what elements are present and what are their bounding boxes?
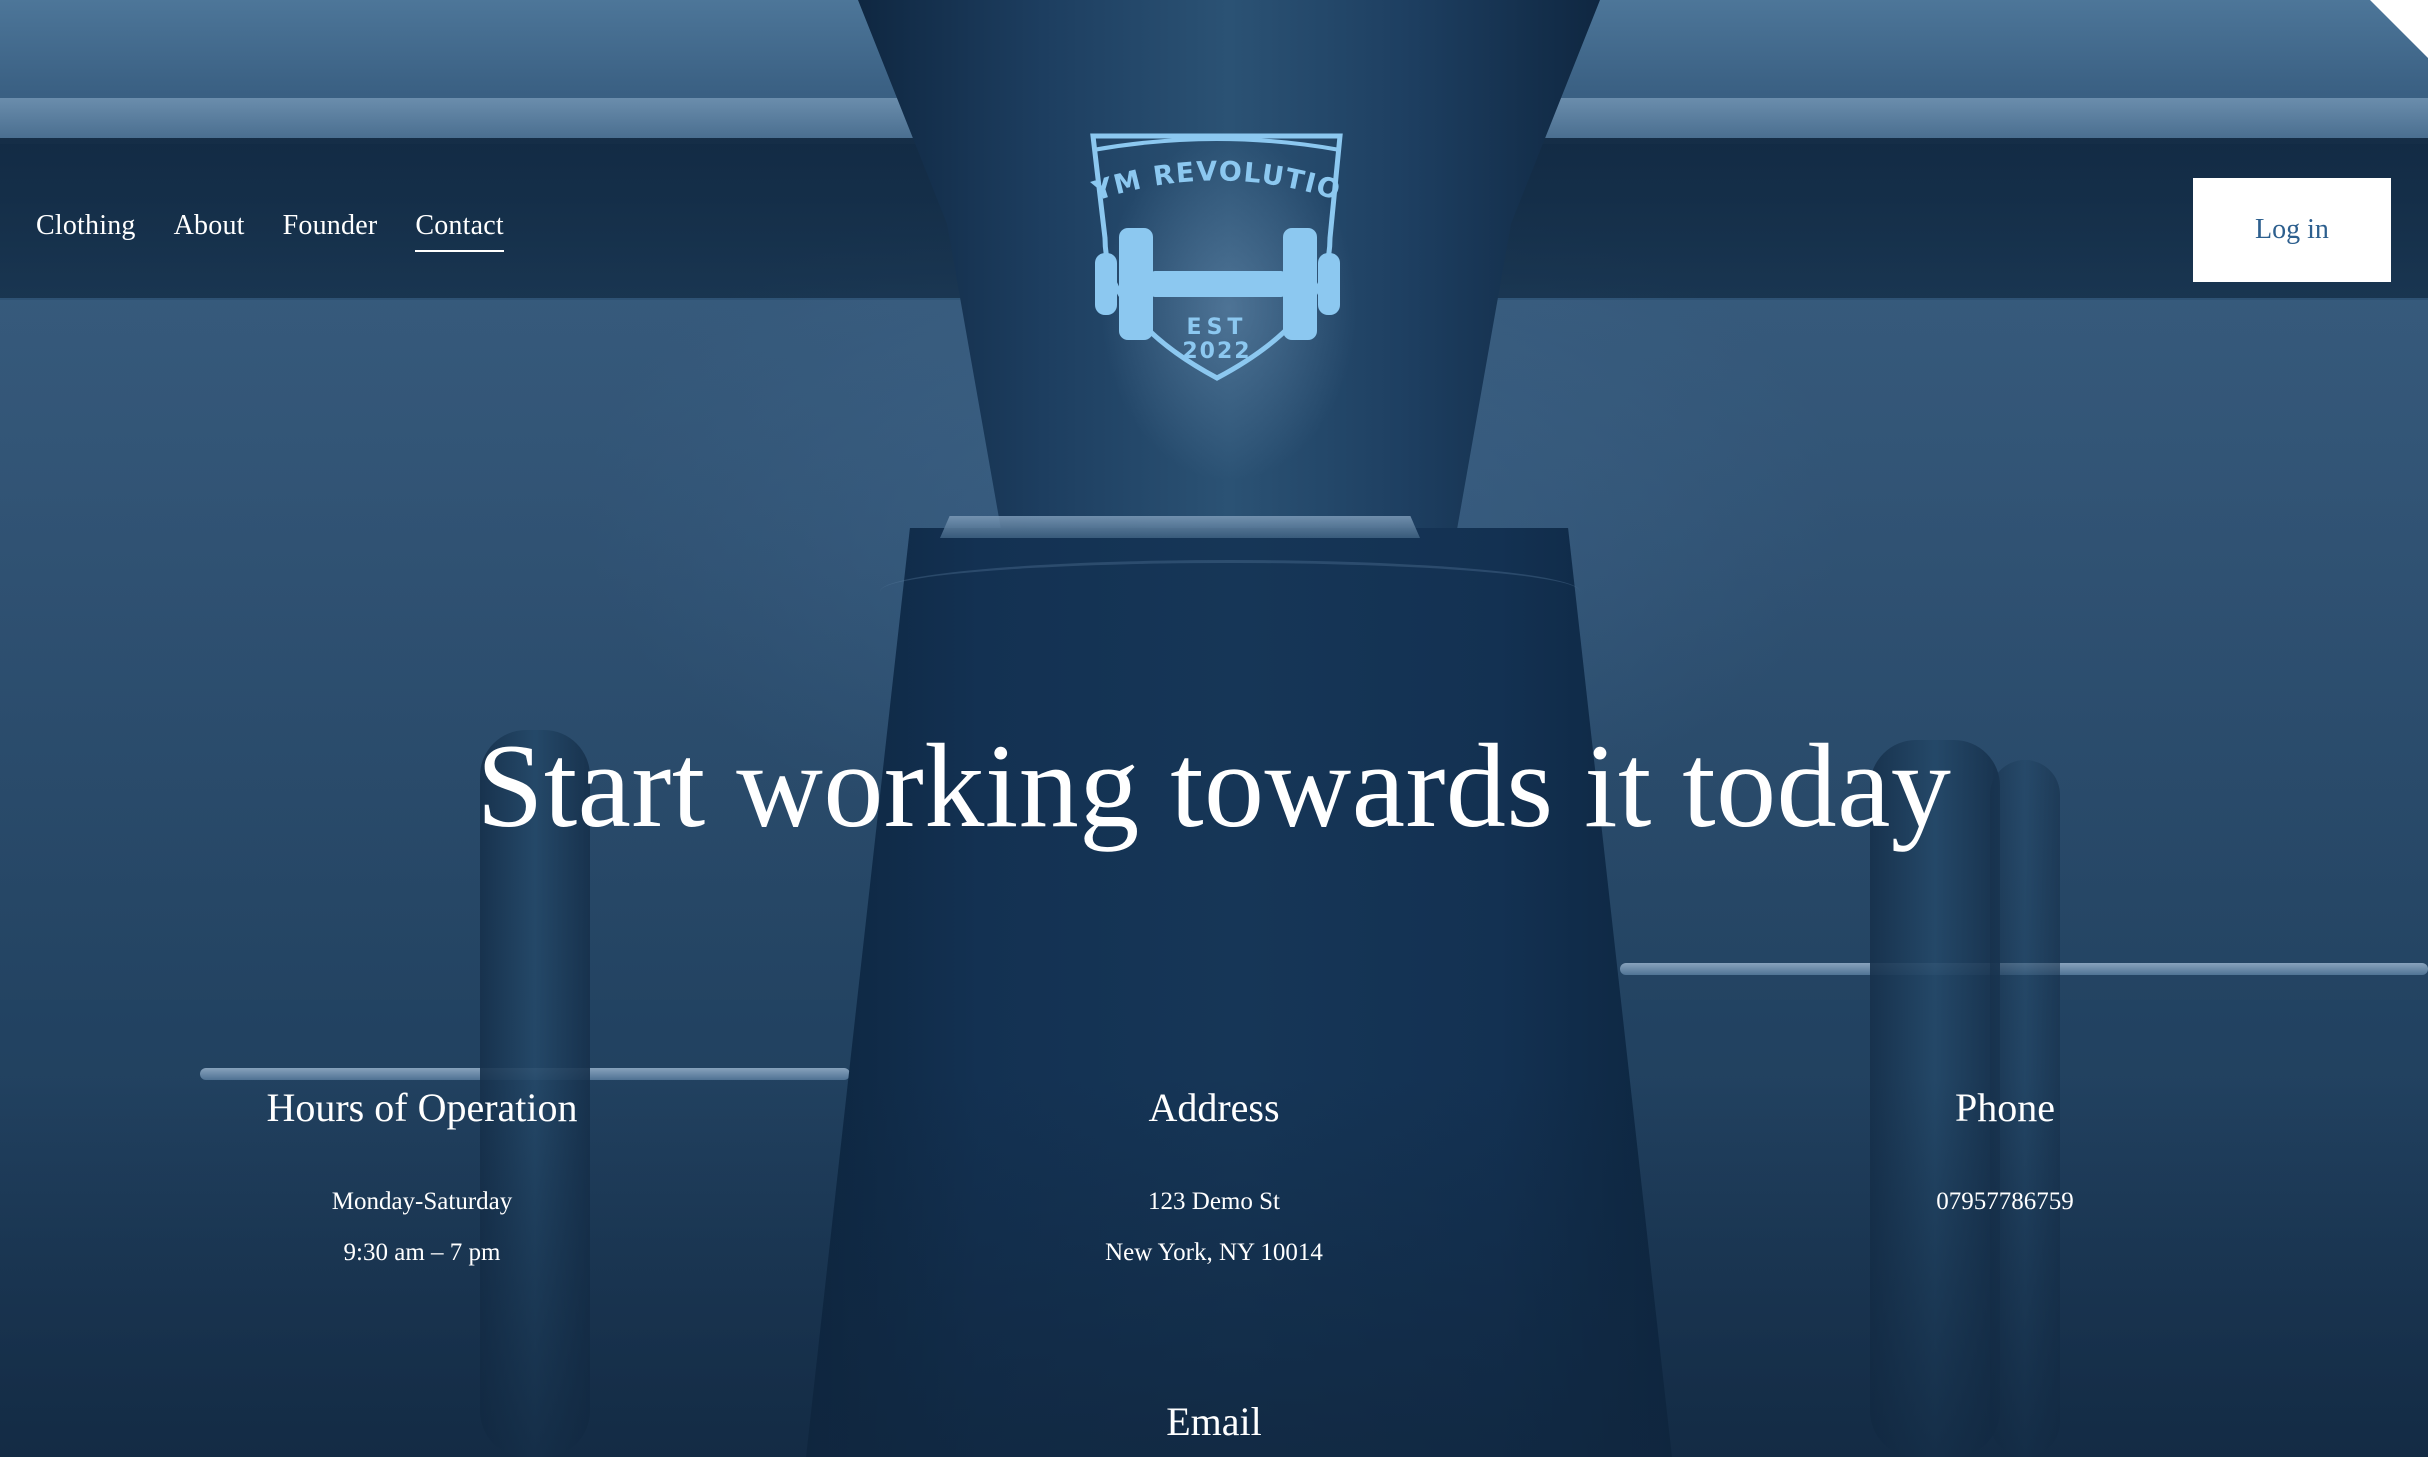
nav-item-about[interactable]: About: [174, 210, 245, 250]
nav-item-clothing[interactable]: Clothing: [36, 210, 136, 250]
address-city: New York, NY 10014: [1105, 1239, 1323, 1266]
nav-item-contact[interactable]: Contact: [415, 210, 504, 252]
logo-year: 2022: [1182, 339, 1251, 364]
login-button[interactable]: Log in: [2193, 178, 2391, 282]
hours-times: 9:30 am – 7 pm: [343, 1239, 501, 1266]
address-section: Address 123 Demo St New York, NY 10014: [914, 1084, 1514, 1278]
dumbbell-shield-icon: GYM REVOLUTION EST 2022: [1073, 104, 1343, 381]
corner-fold: [2370, 0, 2428, 58]
address-heading: Address: [1148, 1085, 1280, 1130]
hours-days: Monday-Saturday: [331, 1188, 513, 1215]
phone-section: Phone 07957786759: [1705, 1084, 2305, 1227]
email-heading: Email: [1166, 1399, 1262, 1444]
site-logo[interactable]: GYM REVOLUTION EST 2022: [1073, 104, 1350, 388]
athlete-shorts-fold: [880, 560, 1580, 623]
email-section: Email: [914, 1398, 1514, 1446]
phone-number[interactable]: 07957786759: [1705, 1176, 2305, 1227]
phone-heading: Phone: [1955, 1085, 2055, 1130]
hours-section: Hours of Operation Monday-Saturday 9:30 …: [122, 1084, 722, 1278]
address-street: 123 Demo St: [1148, 1188, 1280, 1215]
nav-item-founder[interactable]: Founder: [283, 210, 378, 250]
main-nav: Clothing About Founder Contact: [36, 210, 504, 252]
hours-heading: Hours of Operation: [266, 1085, 578, 1130]
logo-est: EST: [1187, 315, 1248, 340]
athlete-waistband: [940, 516, 1420, 538]
hero-title: Start working towards it today: [476, 719, 1952, 852]
